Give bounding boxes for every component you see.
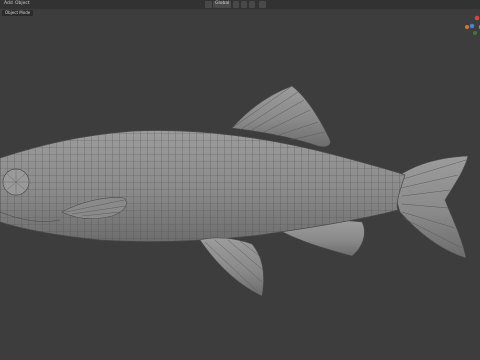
menu-add[interactable]: Add <box>4 0 13 8</box>
navigation-gizmo[interactable] <box>462 12 480 38</box>
transform-orientation-dropdown[interactable]: Global <box>213 1 231 8</box>
orientation-icon[interactable] <box>205 1 212 8</box>
gizmo-z-axis[interactable] <box>469 23 475 29</box>
mode-selector[interactable]: Object Mode <box>2 10 34 16</box>
proportional-edit-icon[interactable] <box>259 1 266 8</box>
pivot-icon[interactable] <box>233 1 239 8</box>
tail-fin <box>394 155 469 259</box>
gizmo-x-axis[interactable] <box>474 15 480 21</box>
snap-icon[interactable] <box>241 1 247 8</box>
3d-viewport[interactable] <box>0 0 480 360</box>
viewport-header <box>0 0 480 9</box>
gizmo-neg-y-axis[interactable] <box>465 25 469 29</box>
gizmo-neg-x-axis[interactable] <box>473 31 477 35</box>
snap-toggle-icon[interactable] <box>249 1 255 8</box>
menu-object[interactable]: Object <box>15 0 30 8</box>
transform-orientation-label: Global <box>215 1 230 6</box>
